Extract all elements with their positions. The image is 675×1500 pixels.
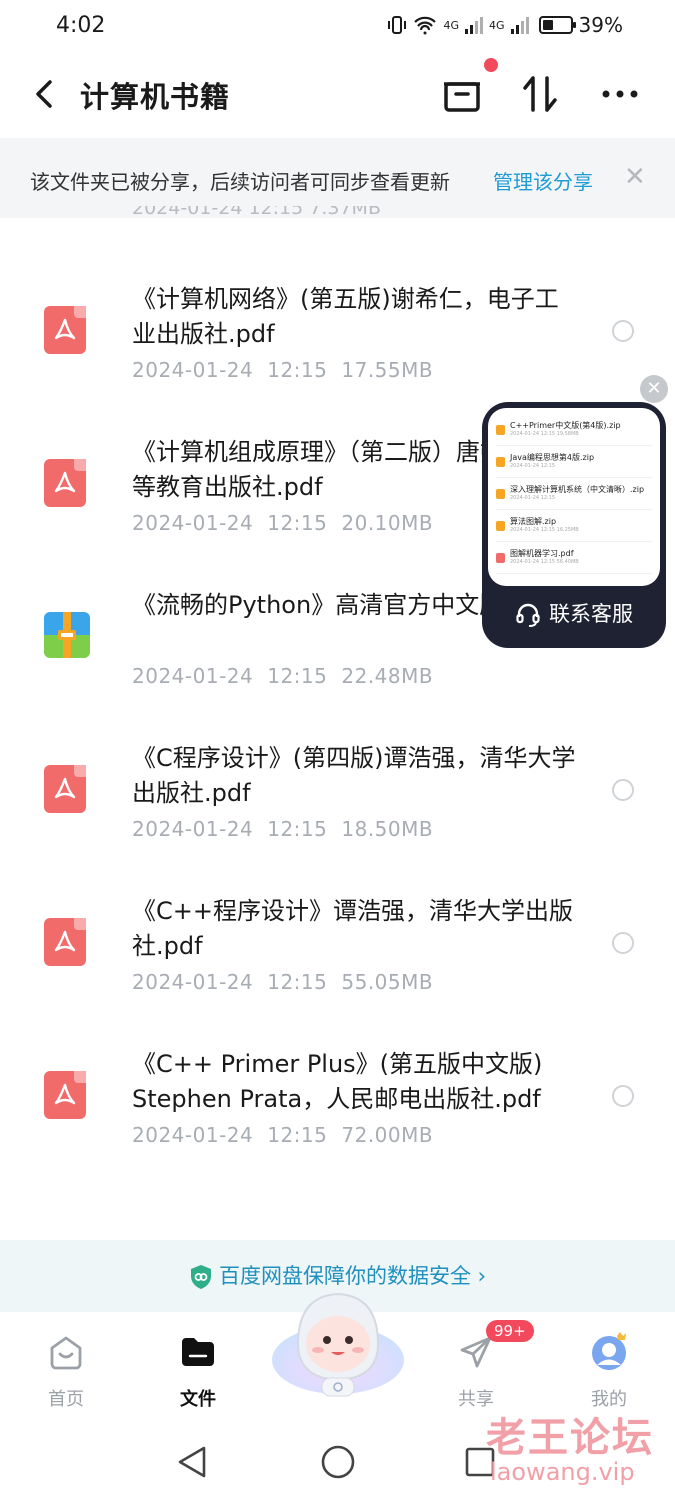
- watermark-url: laowang.vip: [490, 1458, 635, 1486]
- tab-share[interactable]: 共享: [436, 1332, 516, 1411]
- file-name: 《C程序设计》(第四版)谭浩强，清华大学出版社.pdf: [132, 744, 576, 807]
- preview-row: 图解机器学习.pdf 2024-01-24 12:15 56.40MB: [496, 542, 652, 574]
- file-meta: 2024-01-24 12:15 22.48MB: [132, 664, 434, 688]
- pdf-file-icon: [44, 1071, 88, 1119]
- file-meta: 2024-01-24 12:15 72.00MB: [132, 1123, 434, 1147]
- widget-preview: C++Primer中文版(第4版).zip 2024-01-24 12:15 19…: [488, 408, 660, 586]
- pdf-file-icon: [44, 459, 88, 507]
- list-item[interactable]: 《C程序设计》(第四版)谭浩强，清华大学出版社.pdf 2024-01-24 12…: [0, 741, 675, 891]
- status-icons: 4G 4G 39%: [387, 13, 623, 37]
- tab-files[interactable]: 文件: [158, 1332, 238, 1411]
- signal-icon: [465, 16, 484, 34]
- network-label-a: 4G: [443, 18, 460, 32]
- file-name: 《计算机网络》(第五版)谢希仁，电子工业出版社.pdf: [132, 285, 559, 348]
- customer-service-widget[interactable]: C++Primer中文版(第4版).zip 2024-01-24 12:15 19…: [482, 402, 666, 648]
- tab-label: 文件: [180, 1389, 216, 1410]
- clipped-file-meta: 2024-01-24 12:15 7.37MB: [132, 206, 381, 218]
- zip-file-icon: [44, 612, 90, 660]
- file-meta: 2024-01-24 12:15 17.55MB: [132, 358, 434, 382]
- network-label-b: 4G: [489, 18, 505, 32]
- file-name: 《C++程序设计》谭浩强，清华大学出版社.pdf: [132, 897, 573, 960]
- status-time: 4:02: [56, 12, 106, 38]
- page-title: 计算机书籍: [80, 80, 231, 114]
- select-radio[interactable]: [612, 320, 634, 342]
- battery-icon: [538, 16, 576, 34]
- file-meta: 2024-01-24 12:15 20.10MB: [132, 511, 434, 535]
- select-radio[interactable]: [612, 779, 634, 801]
- share-banner-text: 该文件夹已被分享，后续访问者可同步查看更新: [30, 170, 450, 194]
- back-triangle-icon[interactable]: [176, 1444, 208, 1480]
- pdf-file-icon: [44, 765, 88, 813]
- header: 计算机书籍: [0, 50, 675, 138]
- list-item[interactable]: 《C++ Primer Plus》(第五版中文版) Stephen Prata，…: [0, 1047, 675, 1197]
- mascot-button[interactable]: [268, 1282, 408, 1400]
- home-circle-icon[interactable]: [320, 1444, 356, 1480]
- pdf-file-icon: [44, 306, 88, 354]
- tab-mine[interactable]: 我的: [569, 1332, 649, 1411]
- list-item[interactable]: 《C++程序设计》谭浩强，清华大学出版社.pdf 2024-01-24 12:15…: [0, 894, 675, 1044]
- preview-row: C++Primer中文版(第4版).zip 2024-01-24 12:15 19…: [496, 414, 652, 446]
- archive-icon[interactable]: [440, 72, 484, 116]
- preview-row: 算法图解.zip 2024-01-24 12:15 16.25MB: [496, 510, 652, 542]
- signal-icon: [510, 16, 529, 34]
- file-name: 《C++ Primer Plus》(第五版中文版) Stephen Prata，…: [132, 1050, 543, 1113]
- folder-icon: [182, 1338, 214, 1366]
- tab-label: 首页: [48, 1389, 84, 1410]
- preview-row: 深入理解计算机系统（中文清晰）.zip 2024-01-24 12:15: [496, 478, 652, 510]
- contact-service-button[interactable]: 联系客服: [482, 598, 666, 628]
- file-meta: 2024-01-24 12:15 55.05MB: [132, 970, 434, 994]
- home-icon: [50, 1336, 82, 1370]
- wifi-icon: [414, 16, 437, 35]
- headset-icon: [516, 603, 540, 627]
- more-icon[interactable]: [598, 72, 642, 116]
- avatar-icon: [592, 1332, 626, 1370]
- select-radio[interactable]: [612, 932, 634, 954]
- share-count-badge: 99+: [486, 1320, 534, 1342]
- close-icon[interactable]: ✕: [624, 162, 646, 192]
- chevron-right-icon: ›: [470, 1264, 487, 1288]
- select-radio[interactable]: [612, 1085, 634, 1107]
- watermark-text: 老王论坛: [486, 1415, 654, 1461]
- chevron-left-icon[interactable]: [28, 74, 62, 114]
- shield-icon: [190, 1265, 211, 1289]
- preview-row: Java编程思想第4版.zip 2024-01-24 12:15: [496, 446, 652, 478]
- vibrate-icon: [388, 16, 407, 34]
- file-meta: 2024-01-24 12:15 18.50MB: [132, 817, 434, 841]
- tab-home[interactable]: 首页: [26, 1332, 106, 1411]
- close-float-icon[interactable]: ✕: [640, 375, 668, 403]
- pdf-file-icon: [44, 918, 88, 966]
- status-bar: 4:02 4G 4G 39%: [0, 0, 675, 50]
- battery-percent: 39%: [578, 13, 623, 37]
- manage-share-link[interactable]: 管理该分享: [493, 166, 593, 195]
- sort-icon[interactable]: [518, 72, 562, 116]
- notification-dot: [484, 58, 498, 72]
